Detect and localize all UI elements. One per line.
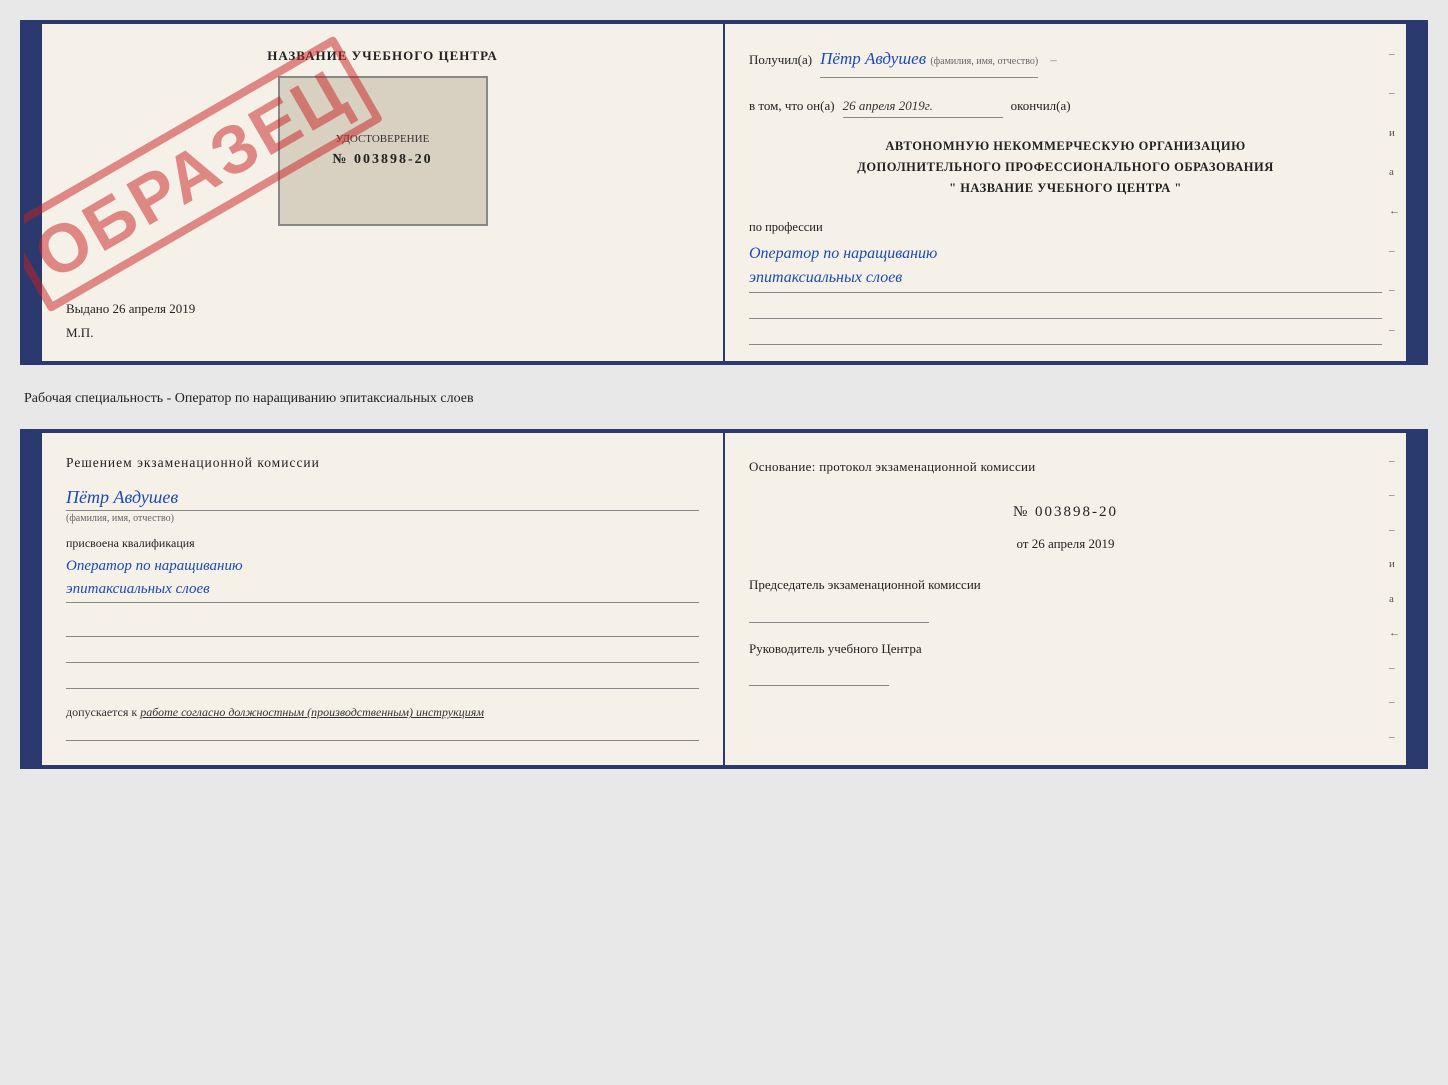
side-marks-cert: – – и а ← – – – — [1389, 24, 1400, 361]
date-line: в том, что он(а) 26 апреля 2019г. окончи… — [749, 94, 1382, 118]
qual-right-panel: Основание: протокол экзаменационной коми… — [725, 433, 1406, 765]
profession-line2: эпитаксиальных слоев — [749, 266, 1382, 290]
sig-line-3 — [66, 667, 699, 689]
date-label: в том, что он(а) — [749, 94, 835, 117]
certificate-box: УДОСТОВЕРЕНИЕ № 003898-20 — [278, 76, 488, 226]
sig-line-2 — [66, 641, 699, 663]
sig-line-1 — [66, 615, 699, 637]
spine-right-2 — [1406, 433, 1424, 765]
cert-right-panel: Получил(а) Пётр Авдушев (фамилия, имя, о… — [725, 24, 1406, 361]
допуск-underline — [66, 721, 699, 741]
recipient-name: Пётр Авдушев (фамилия, имя, отчество) — [820, 44, 1038, 78]
assigned-label: присвоена квалификация — [66, 536, 699, 551]
spine-left — [24, 24, 42, 361]
vydano-section: Выдано 26 апреля 2019 М.П. — [66, 279, 699, 341]
cert-label: УДОСТОВЕРЕНИЕ — [332, 131, 432, 149]
spine-left-2 — [24, 433, 42, 765]
person-name-large: Пётр Авдушев — [66, 487, 699, 511]
mp-line: М.П. — [66, 325, 699, 341]
certificate-card: НАЗВАНИЕ УЧЕБНОГО ЦЕНТРА УДОСТОВЕРЕНИЕ №… — [20, 20, 1428, 365]
training-center-title-left: НАЗВАНИЕ УЧЕБНОГО ЦЕНТРА — [267, 48, 498, 64]
page-container: НАЗВАНИЕ УЧЕБНОГО ЦЕНТРА УДОСТОВЕРЕНИЕ №… — [20, 20, 1428, 769]
qualification-card: Решением экзаменационной комиссии Пётр А… — [20, 429, 1428, 769]
qual-line2: эпитаксиальных слоев — [66, 578, 699, 601]
chairman-label: Председатель экзаменационной комиссии — [749, 575, 1382, 595]
side-marks-qual: – – – и а ← – – – — [1389, 433, 1400, 765]
recipient-label: Получил(а) — [749, 48, 812, 71]
rukov-label: Руководитель учебного Центра — [749, 639, 1382, 659]
qual-line1: Оператор по наращиванию — [66, 555, 699, 578]
date-value: 26 апреля 2019г. — [843, 94, 1003, 118]
profession-label: по профессии — [749, 216, 1382, 239]
допуск-label: допускается к работе согласно должностны… — [66, 703, 699, 721]
exam-commission-title: Решением экзаменационной комиссии — [66, 455, 699, 471]
protocol-number: № 003898-20 — [749, 498, 1382, 527]
spine-right — [1406, 24, 1424, 361]
protocol-date: от 26 апреля 2019 — [749, 532, 1382, 557]
fio-subtitle: (фамилия, имя, отчество) — [66, 513, 699, 524]
recipient-line: Получил(а) Пётр Авдушев (фамилия, имя, о… — [749, 44, 1382, 78]
org-line1: АВТОНОМНУЮ НЕКОММЕРЧЕСКУЮ ОРГАНИЗАЦИЮ — [749, 136, 1382, 157]
underline-row-1 — [749, 297, 1382, 319]
dash-separator: – — [1050, 48, 1057, 71]
qual-left-panel: Решением экзаменационной комиссии Пётр А… — [42, 433, 725, 765]
profession-name: Оператор по наращиванию эпитаксиальных с… — [749, 242, 1382, 293]
underline-row-2 — [749, 323, 1382, 345]
specialty-text: Рабочая специальность - Оператор по нара… — [20, 383, 1428, 411]
org-line2: ДОПОЛНИТЕЛЬНОГО ПРОФЕССИОНАЛЬНОГО ОБРАЗО… — [749, 157, 1382, 178]
finished-label: окончил(а) — [1011, 94, 1071, 117]
cert-number: № 003898-20 — [332, 149, 432, 171]
recipient-name-text: Пётр Авдушев — [820, 49, 926, 68]
qualification-name: Оператор по наращиванию эпитаксиальных с… — [66, 555, 699, 603]
osnov-label: Основание: протокол экзаменационной коми… — [749, 455, 1382, 480]
profession-line1: Оператор по наращиванию — [749, 242, 1382, 266]
recipient-name-subtitle: (фамилия, имя, отчество) — [930, 56, 1038, 67]
signature-lines — [66, 615, 699, 689]
org-line3: " НАЗВАНИЕ УЧЕБНОГО ЦЕНТРА " — [749, 178, 1382, 199]
cert-inner-label: УДОСТОВЕРЕНИЕ № 003898-20 — [332, 131, 432, 171]
chairman-sig-line — [749, 601, 929, 623]
допуск-value: работе согласно должностным (производств… — [140, 705, 484, 719]
rukov-sig-line — [749, 664, 889, 686]
vydano-line: Выдано 26 апреля 2019 — [66, 293, 699, 317]
cert-left-panel: НАЗВАНИЕ УЧЕБНОГО ЦЕНТРА УДОСТОВЕРЕНИЕ №… — [42, 24, 725, 361]
org-block: АВТОНОМНУЮ НЕКОММЕРЧЕСКУЮ ОРГАНИЗАЦИЮ ДО… — [749, 136, 1382, 200]
